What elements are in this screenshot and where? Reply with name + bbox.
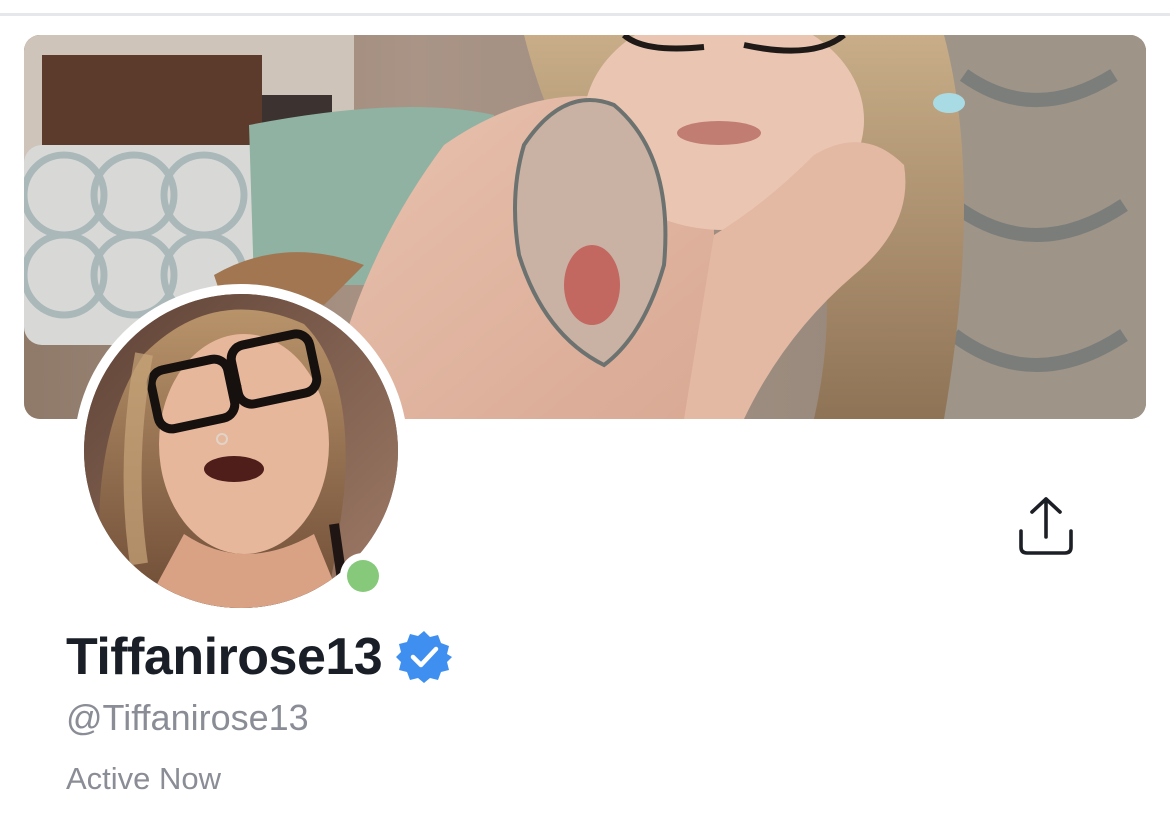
share-button[interactable] <box>1004 484 1088 568</box>
name-row: Tiffanirose13 <box>66 622 453 692</box>
display-name: Tiffanirose13 <box>66 628 383 686</box>
username-handle: @Tiffanirose13 <box>66 697 309 738</box>
verified-badge-icon <box>396 629 453 685</box>
activity-status: Active Now <box>66 761 222 796</box>
share-icon <box>1019 497 1073 555</box>
profile-page: Tiffanirose13 @Tiffanirose13 Active Now <box>0 0 1170 834</box>
top-divider <box>0 13 1170 16</box>
online-status-dot <box>340 553 386 599</box>
